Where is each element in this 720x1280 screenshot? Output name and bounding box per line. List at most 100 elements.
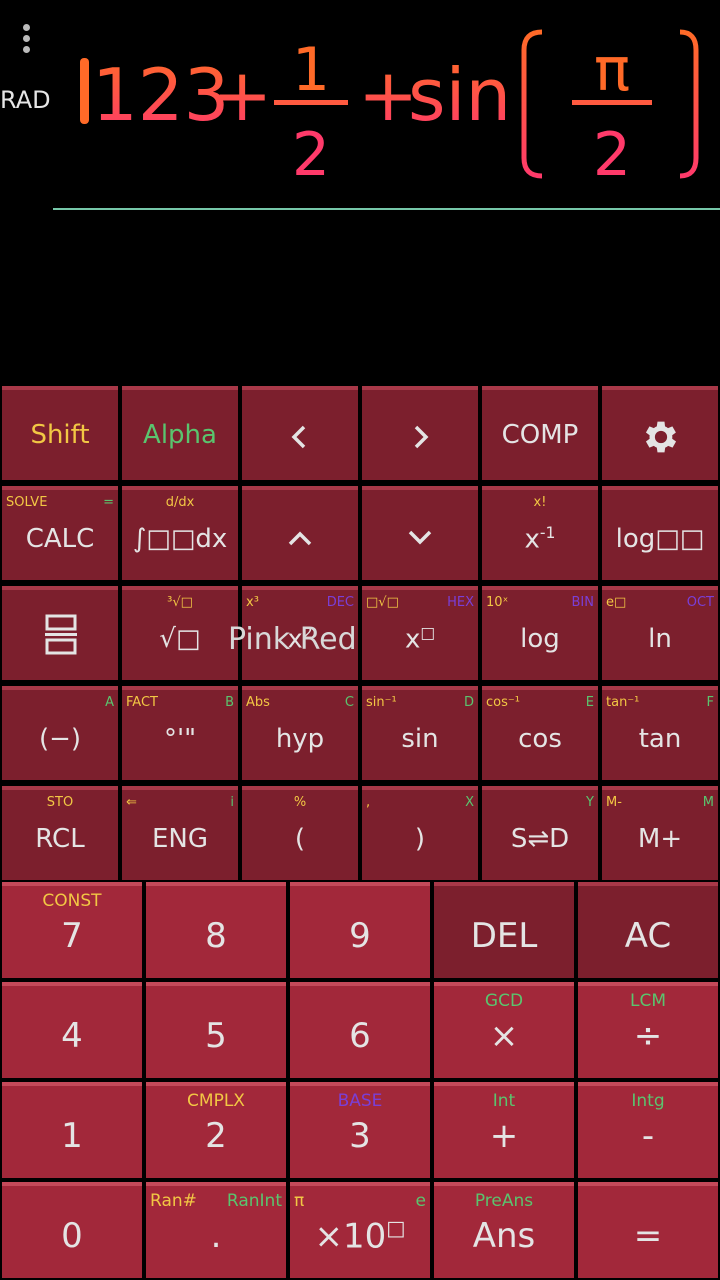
- dms-key[interactable]: FACT B °'": [122, 686, 238, 780]
- expr-fraction-numerator: 1: [292, 35, 330, 105]
- exp-key[interactable]: π e ×10□: [290, 1182, 430, 1278]
- alpha-x-label: X: [465, 795, 474, 810]
- digit-9-key[interactable]: 9: [290, 882, 430, 978]
- sqrt-key-label: √□: [159, 624, 201, 654]
- inverse-key[interactable]: x! x-1: [482, 486, 598, 580]
- fraction-bar: [274, 100, 348, 105]
- base-label: BASE: [337, 1091, 383, 1111]
- expression-input[interactable]: 123 + 1 2 + sin π 2: [74, 20, 714, 190]
- right-paren-key[interactable]: , X ): [362, 786, 478, 880]
- digit-1-key[interactable]: 1: [2, 1082, 142, 1178]
- shift-key[interactable]: Shift: [2, 386, 118, 480]
- tan-key[interactable]: tan⁻¹ F tan: [602, 686, 718, 780]
- eng-key[interactable]: ⇐ i ENG: [122, 786, 238, 880]
- alpha-d-label: D: [463, 695, 474, 710]
- log-base-key-label: log□□: [615, 524, 705, 554]
- plus-key-label: +: [489, 1116, 519, 1156]
- plus-key[interactable]: Int +: [434, 1082, 574, 1178]
- lcm-label: LCM: [629, 991, 666, 1011]
- rcl-key[interactable]: STO RCL: [2, 786, 118, 880]
- sto-label: STO: [46, 795, 74, 810]
- result-divider: [53, 208, 720, 210]
- exp-key-label: ×10□: [314, 1216, 406, 1257]
- digit-3-label: 3: [349, 1116, 371, 1156]
- digit-0-label: 0: [61, 1216, 83, 1256]
- eng-left-label: ⇐: [126, 795, 137, 810]
- settings-key[interactable]: [602, 386, 718, 480]
- m-plus-key[interactable]: M- M M+: [602, 786, 718, 880]
- sqrt-key[interactable]: ³√□ √□: [122, 586, 238, 680]
- digit-6-label: 6: [349, 1016, 371, 1056]
- s-d-key[interactable]: Y S⇌D: [482, 786, 598, 880]
- abs-label: Abs: [246, 695, 270, 710]
- ans-key-label: Ans: [472, 1216, 536, 1256]
- digit-8-key[interactable]: 8: [146, 882, 286, 978]
- fraction-icon: [45, 614, 77, 655]
- log-base-key[interactable]: log□□: [602, 486, 718, 580]
- digit-5-key[interactable]: 5: [146, 982, 286, 1078]
- digit-1-label: 1: [61, 1116, 83, 1156]
- digit-6-key[interactable]: 6: [290, 982, 430, 1078]
- cursor-up-key[interactable]: [242, 486, 358, 580]
- alpha-a-label: A: [105, 695, 114, 710]
- hyp-key[interactable]: Abs C hyp: [242, 686, 358, 780]
- digit-0-key[interactable]: 0: [2, 1182, 142, 1278]
- hyp-key-label: hyp: [275, 724, 325, 754]
- comp-mode-key[interactable]: COMP: [482, 386, 598, 480]
- integral-key-label: ∫□□dx: [132, 524, 228, 554]
- calc-key[interactable]: SOLVE = CALC: [2, 486, 118, 580]
- digit-3-key[interactable]: BASE 3: [290, 1082, 430, 1178]
- decimal-key[interactable]: Ran# RanInt .: [146, 1182, 286, 1278]
- square-key[interactable]: x³ DEC x2: [242, 586, 358, 680]
- derivative-label: d/dx: [165, 495, 195, 510]
- calc-key-label: CALC: [25, 524, 95, 554]
- multiply-key[interactable]: GCD ×: [434, 982, 574, 1078]
- cursor-down-key[interactable]: [362, 486, 478, 580]
- left-paren-key[interactable]: % (: [242, 786, 358, 880]
- digit-2-key[interactable]: CMPLX 2: [146, 1082, 286, 1178]
- intg-label: Intg: [631, 1091, 665, 1111]
- angle-mode-indicator: RAD: [0, 86, 51, 114]
- ln-key-label: ln: [648, 624, 672, 654]
- delete-key[interactable]: DEL: [434, 882, 574, 978]
- gcd-label: GCD: [484, 991, 524, 1011]
- power-key[interactable]: □√□ HEX x□: [362, 586, 478, 680]
- minus-key[interactable]: Intg -: [578, 1082, 718, 1178]
- digit-4-key[interactable]: 4: [2, 982, 142, 1078]
- multiply-key-label: ×: [489, 1016, 519, 1056]
- ran-label: Ran#: [150, 1191, 197, 1211]
- divide-key[interactable]: LCM ÷: [578, 982, 718, 1078]
- nth-root-label: □√□: [366, 595, 399, 610]
- comp-key-label: COMP: [501, 420, 579, 450]
- int-label: Int: [492, 1091, 516, 1111]
- inner-fraction-bar: [572, 100, 652, 105]
- keypad: Shift Alpha COMP SOLVE = CALC d/dx ∫□□dx…: [0, 386, 720, 1280]
- log-key[interactable]: 10ˣ BIN log: [482, 586, 598, 680]
- all-clear-key[interactable]: AC: [578, 882, 718, 978]
- cursor-left-key[interactable]: [242, 386, 358, 480]
- m-plus-key-label: M+: [637, 824, 683, 854]
- equals-key[interactable]: =: [578, 1182, 718, 1278]
- cube-root-label: ³√□: [167, 595, 193, 610]
- bin-label: BIN: [571, 595, 594, 610]
- decimal-key-label: .: [210, 1216, 222, 1256]
- arcsin-label: sin⁻¹: [366, 695, 397, 710]
- preans-label: PreAns: [474, 1191, 534, 1211]
- cos-key[interactable]: cos⁻¹ E cos: [482, 686, 598, 780]
- alpha-key[interactable]: Alpha: [122, 386, 238, 480]
- negate-key[interactable]: A (−): [2, 686, 118, 780]
- fact-label: FACT: [126, 695, 158, 710]
- digit-8-label: 8: [205, 916, 227, 956]
- sin-key[interactable]: sin⁻¹ D sin: [362, 686, 478, 780]
- square-key-label: x2: [287, 624, 313, 655]
- ans-key[interactable]: PreAns Ans: [434, 1182, 574, 1278]
- fraction-key[interactable]: [2, 586, 118, 680]
- ln-key[interactable]: e□ OCT ln: [602, 586, 718, 680]
- const-label: CONST: [42, 891, 102, 911]
- dms-key-label: °'": [163, 724, 197, 754]
- all-clear-key-label: AC: [624, 916, 672, 956]
- digit-7-key[interactable]: CONST 7: [2, 882, 142, 978]
- more-vert-icon[interactable]: [14, 22, 38, 58]
- cursor-right-key[interactable]: [362, 386, 478, 480]
- integral-key[interactable]: d/dx ∫□□dx: [122, 486, 238, 580]
